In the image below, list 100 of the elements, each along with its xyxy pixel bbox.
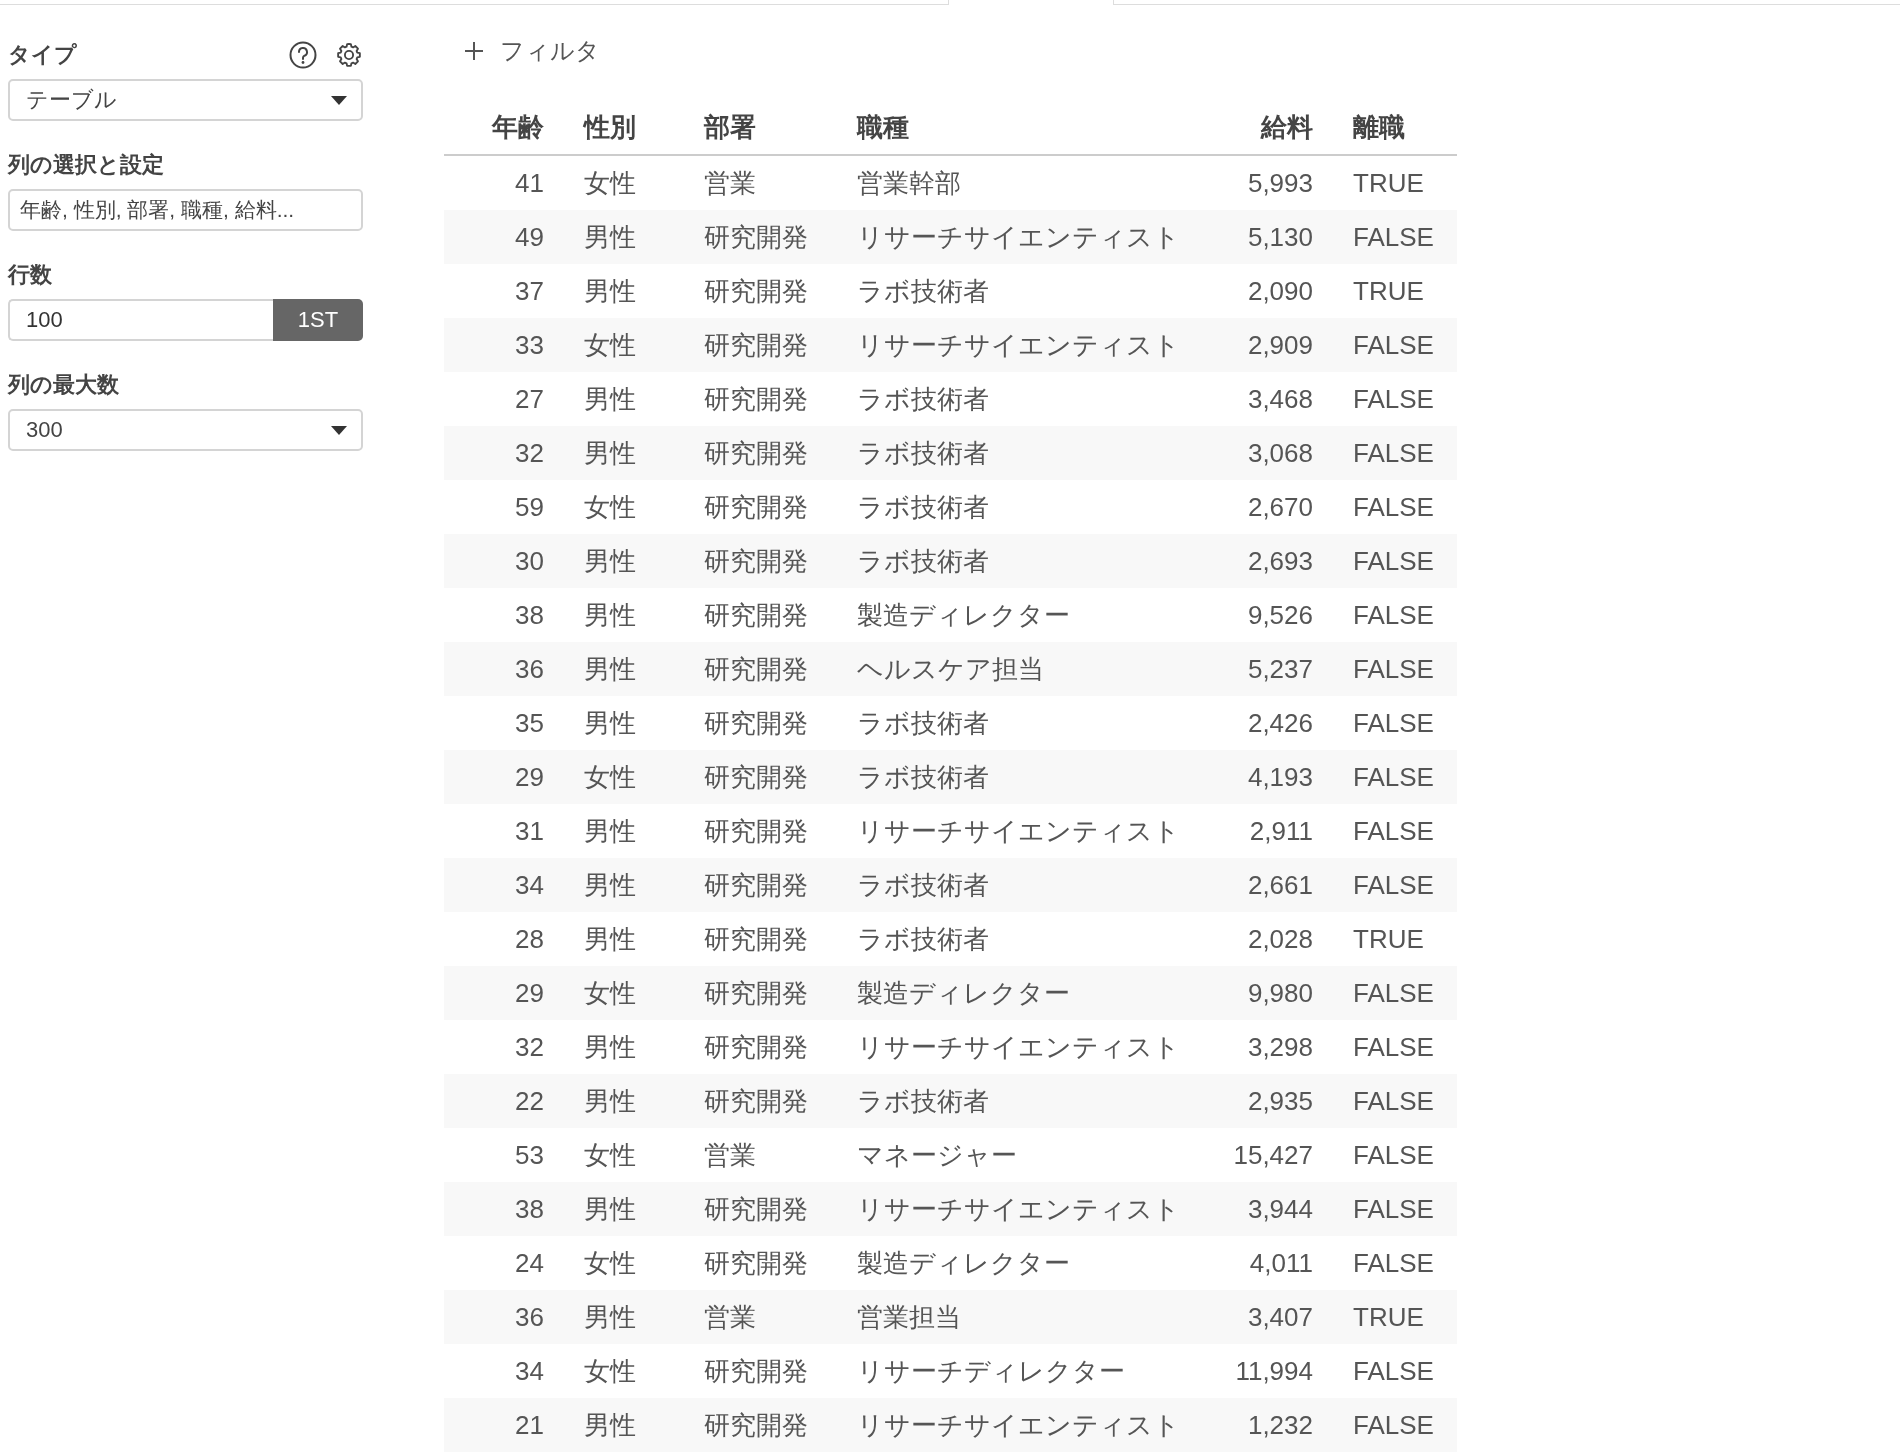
table-cell-text: 研究開発 <box>703 760 809 794</box>
column-header[interactable]: 年齢 <box>444 100 564 154</box>
table-cell-text: 3,944 <box>1246 1192 1314 1226</box>
table-cell-text: リサーチサイエンティスト <box>856 220 1181 254</box>
table-cell-text: ラボ技術者 <box>856 922 990 956</box>
table-cell-text: 27 <box>514 382 545 416</box>
table-cell-text: 営業 <box>703 166 757 200</box>
table-cell-text: FALSE <box>1352 1084 1435 1118</box>
table-cell-text: 研究開発 <box>703 274 809 308</box>
table-cell-text: 研究開発 <box>703 544 809 578</box>
table-cell-text: 研究開発 <box>703 814 809 848</box>
table-cell-text: FALSE <box>1352 1354 1435 1388</box>
table-cell-text: 男性 <box>583 1192 637 1226</box>
table-cell-text: 5,237 <box>1246 652 1314 686</box>
table-cell-text: 男性 <box>583 220 637 254</box>
field-label: 列の選択と設定 <box>8 151 164 179</box>
table-cell-text: ラボ技術者 <box>856 490 990 524</box>
add-filter-button[interactable]: フィルタ <box>444 33 600 69</box>
table-cell-text: 31 <box>514 814 545 848</box>
table-cell-text: 32 <box>514 436 545 470</box>
table-cell-text: 53 <box>514 1138 545 1172</box>
table-cell-text: 34 <box>514 868 545 902</box>
table-cell-text: 研究開発 <box>703 976 809 1010</box>
table-cell-text: ラボ技術者 <box>856 868 990 902</box>
help-icon[interactable] <box>289 41 317 69</box>
field-label: タイプ <box>8 41 77 69</box>
table-cell-text: 5,130 <box>1246 220 1314 254</box>
table-cell-text: 女性 <box>583 166 637 200</box>
table-cell-text: 3,407 <box>1246 1300 1314 1334</box>
table-cell-text: 営業 <box>703 1300 757 1334</box>
table-cell-text: 9,980 <box>1246 976 1314 1010</box>
table-cell-text: 製造ディレクター <box>856 598 1071 632</box>
table-cell-text: 研究開発 <box>703 598 809 632</box>
table-cell-text: 女性 <box>583 328 637 362</box>
table-cell-text: 2,426 <box>1246 706 1314 740</box>
table-cell-text: 38 <box>514 598 545 632</box>
table-cell-text: リサーチディレクター <box>856 1354 1126 1388</box>
table-cell-text: 22 <box>514 1084 545 1118</box>
table-cell-text: 24 <box>514 1246 545 1280</box>
table-cell-text: 男性 <box>583 598 637 632</box>
dropdown-caret-icon <box>331 425 347 435</box>
table-cell-text: 男性 <box>583 382 637 416</box>
settings-icon[interactable] <box>335 41 363 69</box>
table-cell-text: FALSE <box>1352 976 1435 1010</box>
table-cell-text: ラボ技術者 <box>856 544 990 578</box>
dropdown-select[interactable]: 300 <box>8 409 363 451</box>
table-cell-text: 男性 <box>583 274 637 308</box>
column-header[interactable]: 性別 <box>564 100 684 154</box>
table-cell-text: FALSE <box>1352 544 1435 578</box>
table-cell-text: 男性 <box>583 868 637 902</box>
table-cell-text: 男性 <box>583 1084 637 1118</box>
table-cell-text: TRUE <box>1352 166 1425 200</box>
table-cell-text: 33 <box>514 328 545 362</box>
table-cell-text: 研究開発 <box>703 382 809 416</box>
table-cell-text: 32 <box>514 1030 545 1064</box>
table-cell-text: 30 <box>514 544 545 578</box>
table-cell-text: 研究開発 <box>703 328 809 362</box>
table-cell-text: 男性 <box>583 706 637 740</box>
column-header[interactable]: 離職 <box>1333 100 1457 154</box>
table-cell-text: 5,993 <box>1246 166 1314 200</box>
table-cell-text: ラボ技術者 <box>856 760 990 794</box>
table-cell-text: 研究開発 <box>703 1246 809 1280</box>
table-cell-text: 9,526 <box>1246 598 1314 632</box>
number-input[interactable]: 100 <box>8 299 273 341</box>
table-cell-text: 女性 <box>583 1246 637 1280</box>
table-cell-text: FALSE <box>1352 598 1435 632</box>
table-cell-text: 2,670 <box>1246 490 1314 524</box>
table-cell-text: 49 <box>514 220 545 254</box>
column-header[interactable]: 職種 <box>837 100 1233 154</box>
table-cell-text: 研究開発 <box>703 490 809 524</box>
table-cell-text: 35 <box>514 706 545 740</box>
column-header[interactable]: 給料 <box>1233 100 1333 154</box>
table-cell-text: 男性 <box>583 544 637 578</box>
table-cell-text: 男性 <box>583 652 637 686</box>
table-cell-text: FALSE <box>1352 868 1435 902</box>
table-cell-text: 2,090 <box>1246 274 1314 308</box>
table-cell-text: リサーチサイエンティスト <box>856 328 1181 362</box>
table-cell-text: 男性 <box>583 814 637 848</box>
first-button[interactable]: 1ST <box>273 299 363 341</box>
table-cell-text: 男性 <box>583 436 637 470</box>
table-cell-text: 2,911 <box>1248 814 1314 848</box>
table-cell-text: 2,935 <box>1246 1084 1314 1118</box>
table-cell-text: 女性 <box>583 1354 637 1388</box>
table-cell-text: 営業担当 <box>856 1300 962 1334</box>
table-cell-text: 4,193 <box>1246 760 1314 794</box>
table-cell-text: FALSE <box>1352 760 1435 794</box>
dropdown-select[interactable]: テーブル <box>8 79 363 121</box>
table-cell-text: TRUE <box>1352 274 1425 308</box>
dropdown-caret-icon <box>331 95 347 105</box>
table-cell-text: 4,011 <box>1248 1246 1314 1280</box>
table-cell-text: リサーチサイエンティスト <box>856 1192 1181 1226</box>
column-header[interactable]: 部署 <box>684 100 837 154</box>
table-cell-text: 3,298 <box>1246 1030 1314 1064</box>
table-cell-text: 研究開発 <box>703 1354 809 1388</box>
table-cell-text: 研究開発 <box>703 706 809 740</box>
table-cell-text: TRUE <box>1352 922 1425 956</box>
field-label: 行数 <box>8 261 52 289</box>
table-cell-text: ラボ技術者 <box>856 382 990 416</box>
table-cell-text: 研究開発 <box>703 922 809 956</box>
column-selection-field[interactable]: 年齢, 性別, 部署, 職種, 給料... <box>8 189 363 231</box>
